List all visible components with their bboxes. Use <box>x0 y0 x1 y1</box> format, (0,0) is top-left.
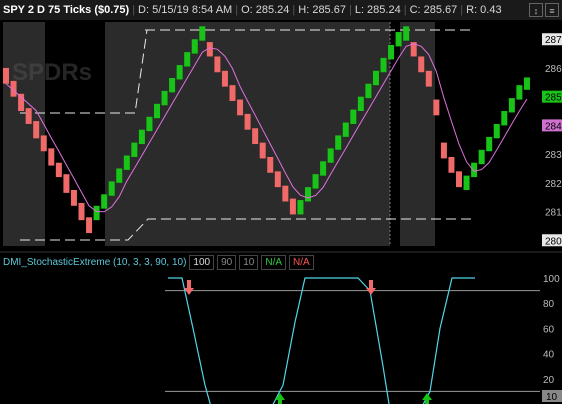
up-candle <box>138 129 145 145</box>
up-candle <box>176 65 183 80</box>
study-name[interactable]: DMI_StochasticExtreme (10, 3, 3, 90, 10) <box>3 257 186 268</box>
down-candle <box>78 202 85 221</box>
down-candle <box>63 174 70 193</box>
up-candle <box>199 26 206 41</box>
buy-arrow-icon <box>275 393 285 404</box>
study-tick: 20 <box>543 375 555 386</box>
stochastic-pane <box>165 277 540 404</box>
price-tick: 285 <box>545 93 562 104</box>
up-candle <box>312 174 319 189</box>
study-value-100: 100 <box>189 254 215 270</box>
price-tick: 284 <box>545 121 562 132</box>
study-axis-badge-label: 10 <box>546 392 558 403</box>
study-tick: 40 <box>543 350 555 361</box>
up-candle <box>403 26 410 41</box>
chart-canvas[interactable]: SPDRs 287 286 285 284 283 282 281 280 100 80 60 40… <box>0 0 562 404</box>
up-candle <box>335 135 342 150</box>
price-tick: 286 <box>545 64 562 75</box>
down-candle <box>221 70 228 87</box>
up-candle <box>357 96 364 112</box>
price-axis: 287 286 285 284 283 282 281 280 <box>541 20 562 252</box>
buy-arrow-icon <box>422 393 432 404</box>
up-candle <box>116 168 123 183</box>
down-candle <box>418 56 425 73</box>
up-candle <box>297 200 304 215</box>
watermark-logo: SPDRs <box>12 59 92 86</box>
up-candle <box>388 44 395 60</box>
up-candle <box>184 52 191 67</box>
down-candle <box>229 85 236 101</box>
up-candle <box>101 194 108 209</box>
down-candle <box>252 128 259 145</box>
down-candle <box>425 70 432 87</box>
up-candle <box>478 149 485 165</box>
up-candle <box>123 155 130 170</box>
up-candle <box>365 83 372 99</box>
down-candle <box>259 142 266 159</box>
up-candle <box>508 98 515 113</box>
price-tick: 287 <box>545 35 562 46</box>
up-candle <box>191 39 198 54</box>
down-candle <box>456 171 462 188</box>
down-candle <box>25 108 32 124</box>
study-legend: DMI_StochasticExtreme (10, 3, 3, 90, 10)… <box>0 254 314 270</box>
down-candle <box>33 121 40 139</box>
price-tick: 283 <box>545 150 562 161</box>
up-candle <box>516 85 523 100</box>
price-tick: 281 <box>545 208 562 219</box>
stochastic-line <box>168 277 475 404</box>
up-candle <box>169 78 176 93</box>
study-value-na-2: N/A <box>289 254 314 270</box>
down-candle <box>433 99 440 116</box>
down-candle <box>237 99 244 116</box>
down-candle <box>18 93 25 112</box>
up-candle <box>486 136 493 152</box>
down-candle <box>282 185 289 202</box>
down-candle <box>289 198 296 215</box>
study-tick: 60 <box>543 324 555 335</box>
down-candle <box>214 56 221 73</box>
down-candle <box>40 135 47 152</box>
up-candle <box>93 205 100 221</box>
down-candle <box>86 217 93 234</box>
down-candle <box>48 148 55 166</box>
down-candle <box>55 162 62 178</box>
down-candle <box>70 190 77 206</box>
study-tick: 100 <box>543 274 560 285</box>
price-tick: 282 <box>545 179 562 190</box>
up-candle <box>471 162 478 178</box>
study-tick: 80 <box>543 299 555 310</box>
session-shading <box>3 22 435 246</box>
down-candle <box>448 156 455 173</box>
up-candle <box>350 109 357 124</box>
up-candle <box>154 103 160 119</box>
up-candle <box>380 57 387 73</box>
down-candle <box>267 156 274 173</box>
down-candle <box>3 67 9 84</box>
study-axis: 100 80 60 40 20 10 <box>542 274 562 403</box>
up-candle <box>523 77 530 90</box>
up-candle <box>395 32 402 47</box>
study-value-na-1: N/A <box>261 254 287 270</box>
study-value-90: 90 <box>217 254 237 270</box>
down-candle <box>244 113 251 130</box>
up-candle <box>320 161 327 176</box>
up-candle <box>327 148 334 163</box>
up-candle <box>501 111 508 126</box>
down-candle <box>274 171 281 188</box>
up-candle <box>493 123 500 139</box>
up-candle <box>161 90 168 106</box>
price-tick: 280 <box>545 236 562 247</box>
up-candle <box>305 187 311 202</box>
up-candle <box>108 181 115 196</box>
study-value-10: 10 <box>239 254 259 270</box>
up-candle <box>131 142 138 157</box>
up-candle <box>342 122 349 137</box>
up-candle <box>463 175 470 190</box>
down-candle <box>440 142 447 159</box>
up-candle <box>372 70 379 86</box>
up-candle <box>146 116 153 132</box>
